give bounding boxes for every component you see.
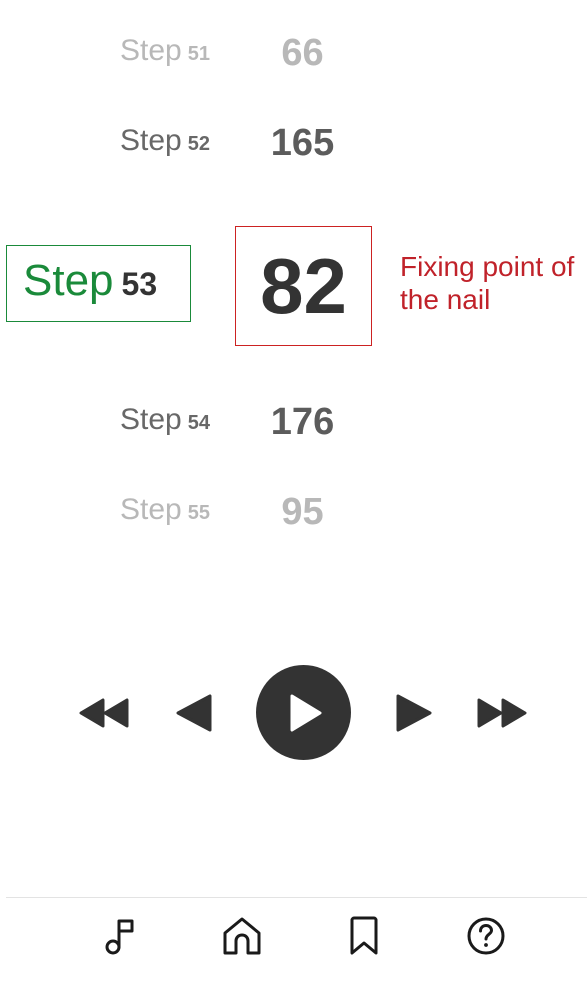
fast-rewind-icon <box>79 698 129 728</box>
fast-rewind-button[interactable] <box>78 694 132 732</box>
home-icon <box>223 917 261 955</box>
current-step-label: Step 53 <box>6 245 191 322</box>
step-word: Step <box>120 34 182 67</box>
step-row-54[interactable]: Step 54 176 <box>0 393 587 453</box>
tab-bar-divider <box>6 897 587 898</box>
current-step-number: 53 <box>121 266 158 302</box>
step-label: Step 51 <box>120 34 210 68</box>
step-label: Step 54 <box>120 403 210 437</box>
step-label: Step 52 <box>120 124 210 158</box>
current-step-hint: Fixing point of the nail <box>400 251 575 315</box>
tab-help[interactable] <box>462 912 510 960</box>
bookmark-icon <box>350 916 378 955</box>
step-value: 95 <box>281 491 324 533</box>
current-step-value: 82 <box>260 241 347 330</box>
step-word: Step <box>120 403 182 436</box>
fast-forward-icon <box>477 698 527 728</box>
previous-icon <box>176 694 212 732</box>
step-number: 54 <box>187 412 210 434</box>
tab-bookmarks[interactable] <box>340 912 388 960</box>
fast-forward-button[interactable] <box>474 694 528 732</box>
step-word: Step <box>120 124 182 157</box>
step-value: 66 <box>281 32 324 74</box>
step-value: 176 <box>270 401 335 443</box>
step-number: 55 <box>187 502 210 524</box>
step-value: 165 <box>270 122 335 164</box>
step-row-51[interactable]: Step 51 66 <box>0 24 587 84</box>
help-icon <box>467 917 505 955</box>
previous-step-button[interactable] <box>172 690 216 736</box>
step-row-52[interactable]: Step 52 165 <box>0 114 587 174</box>
current-step-word: Step <box>23 256 114 305</box>
next-icon <box>396 694 432 732</box>
music-note-icon <box>105 919 134 955</box>
step-row-55[interactable]: Step 55 95 <box>0 483 587 543</box>
step-word: Step <box>120 493 182 526</box>
step-number: 52 <box>187 133 210 155</box>
play-icon <box>290 694 321 731</box>
tab-music[interactable] <box>96 912 144 960</box>
tab-home[interactable] <box>218 912 266 960</box>
step-label: Step 55 <box>120 493 210 527</box>
play-button[interactable] <box>256 665 351 760</box>
current-step-value-frame: 82 <box>235 226 372 346</box>
next-step-button[interactable] <box>392 690 436 736</box>
step-number: 51 <box>187 43 210 65</box>
